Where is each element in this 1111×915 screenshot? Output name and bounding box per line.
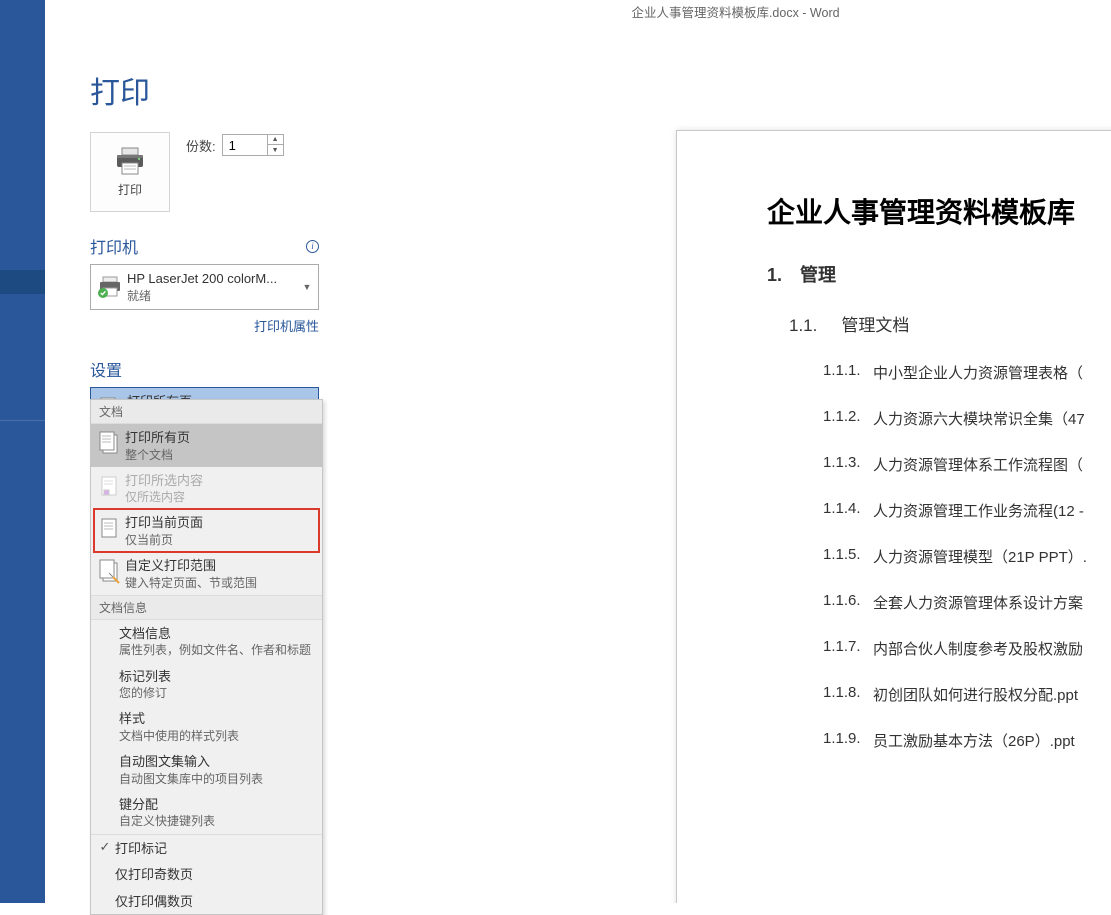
printer-selector[interactable]: HP LaserJet 200 colorM... 就绪 ▼ [90,264,319,310]
copies-input[interactable] [223,138,267,153]
doc-list: 1.1.1.中小型企业人力资源管理表格（ 1.1.2.人力资源六大模块常识全集（… [823,362,1111,751]
list-item: 1.1.1.中小型企业人力资源管理表格（ [823,362,1111,383]
doc-heading-2: 1.1.管理文档 [789,311,1111,336]
list-item: 1.1.6.全套人力资源管理体系设计方案 [823,592,1111,613]
list-item: 1.1.7.内部合伙人制度参考及股权激励 [823,638,1111,659]
list-item: 1.1.9.员工激励基本方法（26P）.ppt [823,730,1111,751]
dd-item-print-current[interactable]: 打印当前页面 仅当前页 [91,509,322,552]
dd-item-keys[interactable]: 键分配 自定义快捷键列表 [91,791,322,834]
list-item: 1.1.3.人力资源管理体系工作流程图（ [823,454,1111,475]
copies-label: 份数: [186,136,216,155]
print-range-dropdown: 文档 打印所有页 整个文档 打印所选内容 [90,399,323,915]
copies-spin-up[interactable]: ▲ [268,135,283,145]
dd-item-odd-pages[interactable]: 仅打印奇数页 [91,861,322,888]
dd-item-even-pages[interactable]: 仅打印偶数页 [91,888,322,915]
page-icon [95,513,125,545]
dd-item-styles[interactable]: 样式 文档中使用的样式列表 [91,705,322,748]
dropdown-group-label: 文档 [91,400,322,424]
page-title: 打印 [90,68,360,112]
window-title: 企业人事管理资料模板库.docx - Word [360,0,1111,21]
content-area: 打印 打印 份数: [45,0,1111,903]
dd-item-markup-list[interactable]: 标记列表 您的修订 [91,663,322,706]
list-item: 1.1.5.人力资源管理模型（21P PPT）. [823,546,1111,567]
pages-icon [95,428,125,460]
dd-item-print-custom[interactable]: 自定义打印范围 键入特定页面、节或范围 [91,552,322,595]
print-button[interactable]: 打印 [90,132,170,212]
page-preview: 企业人事管理资料模板库 1.管理 1.1.管理文档 1.1.1.中小型企业人力资… [676,130,1111,903]
backstage-nav[interactable] [0,0,45,903]
copies-spin-down[interactable]: ▼ [268,145,283,155]
dd-item-docinfo[interactable]: 文档信息 属性列表，例如文件名、作者和标题 [91,620,322,663]
dropdown-group-label: 文档信息 [91,595,322,620]
copies-control: 份数: ▲ ▼ [186,134,284,156]
doc-heading-1: 1.管理 [767,261,1111,287]
doc-title: 企业人事管理资料模板库 [767,191,1111,231]
list-item: 1.1.4.人力资源管理工作业务流程(12 - [823,500,1111,521]
printer-properties-link[interactable]: 打印机属性 [254,319,319,334]
dd-item-print-all[interactable]: 打印所有页 整个文档 [91,424,322,467]
info-icon[interactable]: i [306,240,319,253]
chevron-down-icon: ▼ [300,282,314,292]
list-item: 1.1.2.人力资源六大模块常识全集（47 [823,408,1111,429]
list-item: 1.1.8.初创团队如何进行股权分配.ppt [823,684,1111,705]
settings-heading: 设置 [90,357,360,381]
nav-separator [0,420,45,421]
printer-status: 就绪 [127,288,300,304]
printer-name: HP LaserJet 200 colorM... [127,270,300,288]
app-root: 打印 打印 份数: [0,0,1111,903]
dd-item-print-selection: 打印所选内容 仅所选内容 [91,467,322,510]
dd-item-print-markup[interactable]: ✓ 打印标记 [91,835,322,862]
nav-selected-indicator [0,270,45,294]
page-selection-icon [95,471,125,503]
printer-heading: 打印机 [90,234,138,258]
print-options-pane: 打印 打印 份数: [45,0,360,903]
page-custom-icon [95,556,125,588]
printer-icon [114,147,146,175]
dd-item-autotext[interactable]: 自动图文集输入 自动图文集库中的项目列表 [91,748,322,791]
printer-status-icon [95,276,127,298]
check-icon: ✓ [95,839,115,855]
print-preview: 企业人事管理资料模板库.docx - Word 企业人事管理资料模板库 1.管理… [360,0,1111,903]
